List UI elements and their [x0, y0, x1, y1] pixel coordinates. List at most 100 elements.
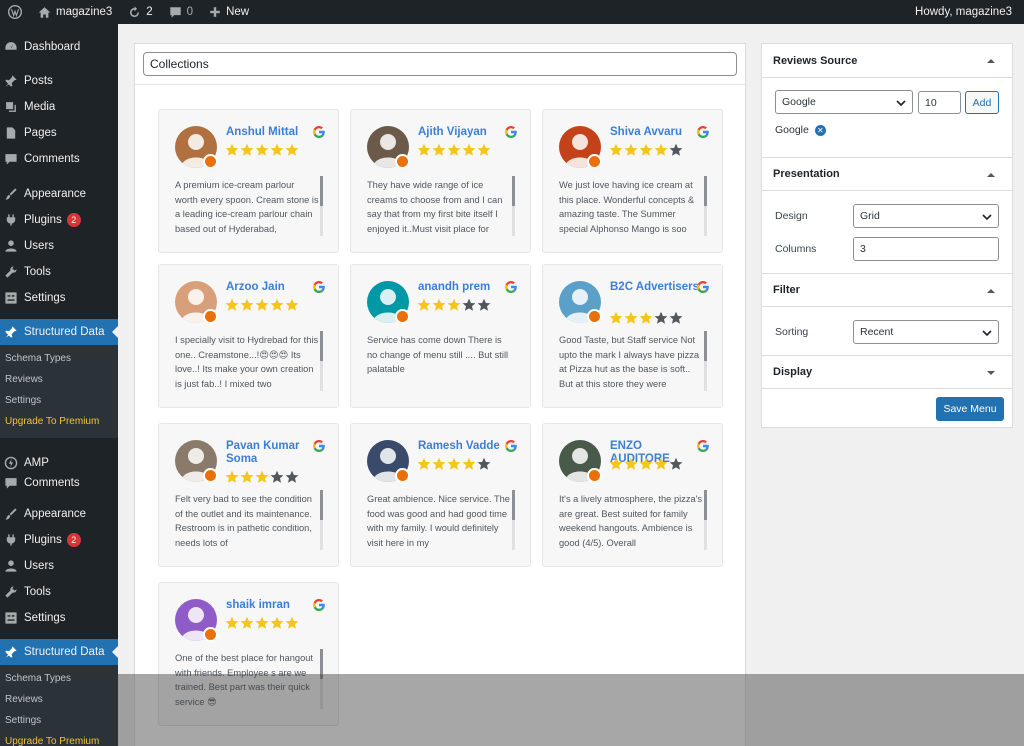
comments-link[interactable]: 0: [161, 0, 201, 24]
review-scrollbar[interactable]: [512, 176, 515, 236]
reviewer-name[interactable]: anandh prem: [418, 281, 508, 294]
columns-input[interactable]: 3: [853, 237, 999, 261]
collection-title-input[interactable]: [143, 52, 737, 76]
star-rating: [417, 143, 491, 157]
sidebar-item-comments[interactable]: Comments: [0, 470, 118, 496]
reviewer-name[interactable]: shaik imran: [226, 599, 316, 612]
sidebar-item-posts[interactable]: Posts: [0, 68, 118, 94]
reviewer-name[interactable]: Arzoo Jain: [226, 281, 316, 294]
reviewer-name[interactable]: Shiva Avvaru: [610, 126, 700, 139]
reviewer-name[interactable]: Ramesh Vadde: [418, 440, 508, 453]
presentation-header[interactable]: Presentation: [762, 157, 1012, 191]
submenu-item-settings[interactable]: Settings: [0, 390, 118, 411]
sidebar-item-tools[interactable]: Tools: [0, 579, 118, 605]
scrollbar-thumb[interactable]: [512, 176, 515, 206]
reviewer-name[interactable]: B2C Advertisers: [610, 281, 700, 294]
save-menu-button[interactable]: Save Menu: [936, 397, 1004, 421]
google-icon: [504, 125, 518, 139]
pin-icon: [4, 74, 18, 88]
collection-editor: Anshul Mittal A premium ice-cream parlour…: [134, 43, 746, 746]
star-rating: [225, 470, 299, 484]
star-empty-icon: [477, 457, 491, 471]
submenu-item-schema-types[interactable]: Schema Types: [0, 348, 118, 369]
submenu-item-reviews[interactable]: Reviews: [0, 369, 118, 390]
star-filled-icon: [639, 457, 653, 471]
account-link[interactable]: Howdy, magazine3: [907, 0, 1024, 24]
sorting-select[interactable]: Recent: [853, 320, 999, 344]
design-select[interactable]: Grid: [853, 204, 999, 228]
review-scrollbar[interactable]: [704, 176, 707, 236]
pin-icon: [4, 645, 18, 659]
review-scrollbar[interactable]: [704, 490, 707, 550]
sidebar-item-label: AMP: [24, 457, 49, 469]
sidebar-item-plugins[interactable]: Plugins 2: [0, 207, 118, 233]
sidebar-item-structured-data[interactable]: Structured Data: [0, 639, 118, 665]
review-scrollbar[interactable]: [320, 176, 323, 236]
sidebar-item-plugins[interactable]: Plugins 2: [0, 527, 118, 553]
star-empty-icon: [270, 470, 284, 484]
site-name: magazine3: [56, 6, 113, 18]
remove-source-icon[interactable]: ✕: [814, 124, 826, 136]
google-icon: [312, 598, 326, 612]
submenu-item-upgrade-to-premium[interactable]: Upgrade To Premium: [0, 731, 118, 746]
filter-header[interactable]: Filter: [762, 273, 1012, 307]
sidebar-item-appearance[interactable]: Appearance: [0, 181, 118, 207]
review-scrollbar[interactable]: [512, 490, 515, 550]
submenu-item-schema-types[interactable]: Schema Types: [0, 668, 118, 689]
submenu-item-reviews[interactable]: Reviews: [0, 689, 118, 710]
submenu-item-upgrade-to-premium[interactable]: Upgrade To Premium: [0, 411, 118, 432]
scrollbar-thumb[interactable]: [704, 490, 707, 520]
sidebar-item-pages[interactable]: Pages: [0, 120, 118, 146]
reviewer-name[interactable]: Ajith Vijayan: [418, 126, 508, 139]
sidebar-item-media[interactable]: Media: [0, 94, 118, 120]
scrollbar-thumb[interactable]: [512, 490, 515, 520]
sidebar-item-users[interactable]: Users: [0, 233, 118, 259]
sidebar-item-users[interactable]: Users: [0, 553, 118, 579]
star-filled-icon: [477, 143, 491, 157]
review-card: Ramesh Vadde Great ambience. Nice service…: [350, 423, 531, 567]
scrollbar-thumb[interactable]: [704, 176, 707, 206]
media-icon: [4, 100, 18, 114]
display-header[interactable]: Display: [762, 355, 1012, 389]
scrollbar-thumb[interactable]: [320, 490, 323, 520]
star-filled-icon: [285, 143, 299, 157]
sidebar-item-settings[interactable]: Settings: [0, 285, 118, 311]
sidebar-item-appearance[interactable]: Appearance: [0, 501, 118, 527]
star-filled-icon: [270, 616, 284, 630]
sidebar-item-settings[interactable]: Settings: [0, 605, 118, 631]
star-filled-icon: [255, 298, 269, 312]
reviews-source-header[interactable]: Reviews Source: [762, 44, 1012, 78]
review-scrollbar[interactable]: [320, 331, 323, 391]
source-select[interactable]: Google: [775, 90, 913, 114]
star-filled-icon: [285, 616, 299, 630]
star-rating: [609, 143, 683, 157]
star-filled-icon: [270, 298, 284, 312]
site-name-link[interactable]: magazine3: [30, 0, 120, 24]
star-filled-icon: [624, 143, 638, 157]
submenu-item-settings[interactable]: Settings: [0, 710, 118, 731]
sidebar-item-tools[interactable]: Tools: [0, 259, 118, 285]
review-scrollbar[interactable]: [320, 490, 323, 550]
scrollbar-thumb[interactable]: [320, 176, 323, 206]
review-scrollbar[interactable]: [704, 331, 707, 391]
scrollbar-thumb[interactable]: [704, 331, 707, 361]
local-guide-badge-icon: [203, 154, 218, 169]
new-content-link[interactable]: New: [201, 0, 257, 24]
updates-link[interactable]: 2: [120, 0, 160, 24]
add-source-button[interactable]: Add: [965, 91, 999, 114]
scrollbar-thumb[interactable]: [320, 331, 323, 361]
tools-icon: [4, 585, 18, 599]
reviewer-name[interactable]: Pavan Kumar Soma: [226, 440, 316, 466]
wp-logo[interactable]: [0, 0, 30, 24]
sidebar-item-label: Plugins: [24, 534, 62, 546]
settings-panel: Reviews Source Google 10 Add Google ✕ Pr…: [761, 43, 1013, 428]
sidebar-item-comments[interactable]: Comments: [0, 146, 118, 172]
users-icon: [4, 239, 18, 253]
star-empty-icon: [462, 298, 476, 312]
sidebar-item-dashboard[interactable]: Dashboard: [0, 34, 118, 60]
review-count-input[interactable]: 10: [918, 91, 961, 114]
reviewer-name[interactable]: Anshul Mittal: [226, 126, 316, 139]
review-text: It's a lively atmosphere, the pizza's ar…: [559, 494, 703, 548]
star-rating: [225, 616, 299, 630]
sidebar-item-structured-data[interactable]: Structured Data: [0, 319, 118, 345]
